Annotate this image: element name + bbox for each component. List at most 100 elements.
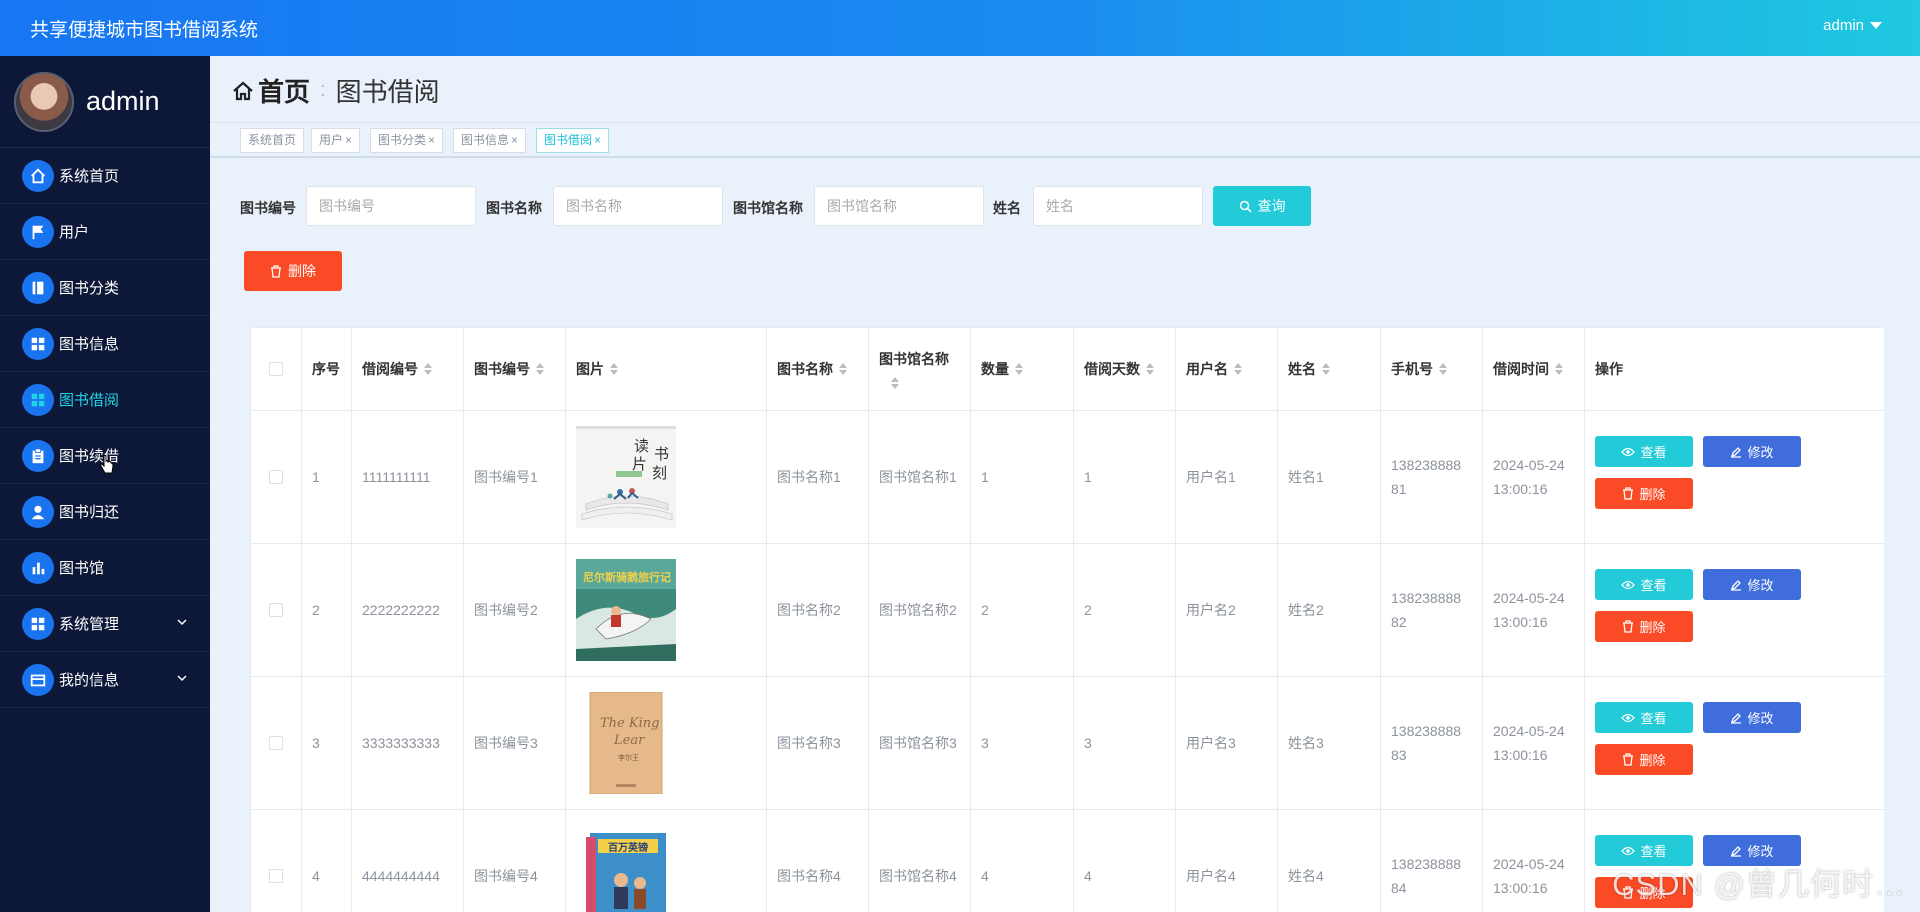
cell-username: 用户名3 (1176, 677, 1278, 809)
tab-home[interactable]: 系统首页 (240, 128, 305, 153)
sidebar-item-book-category[interactable]: 图书分类 (0, 260, 210, 316)
tab-label: 用户 (319, 133, 344, 147)
sort-icon[interactable] (1015, 363, 1023, 375)
sidebar-item-library[interactable]: 图书馆 (0, 540, 210, 596)
name-input[interactable]: 姓名 (1033, 186, 1203, 226)
cell-name: 姓名1 (1278, 411, 1381, 543)
phone-line: 138238888 (1391, 457, 1462, 473)
cell-name: 姓名4 (1278, 810, 1381, 912)
sort-icon[interactable] (1234, 363, 1242, 375)
sidebar-item-book-return[interactable]: 图书归还 (0, 484, 210, 540)
sidebar-item-home[interactable]: 系统首页 (0, 148, 210, 204)
tab-book-info[interactable]: 图书信息 × (453, 128, 527, 153)
book-no-input[interactable]: 图书编号 (306, 186, 476, 226)
close-icon[interactable]: × (345, 133, 352, 147)
edit-button-label: 修改 (1747, 445, 1774, 460)
sort-icon[interactable] (536, 363, 544, 375)
sort-icon[interactable] (1439, 363, 1447, 375)
sidebar-item-label: 用户 (59, 224, 90, 241)
chevron-down-icon (177, 619, 187, 626)
profile-name: admin (86, 86, 160, 116)
col-library-name[interactable]: 图书馆名称 (869, 328, 971, 410)
col-username[interactable]: 用户名 (1176, 328, 1278, 410)
edit-button[interactable]: 修改 (1703, 702, 1801, 733)
col-phone[interactable]: 手机号 (1381, 328, 1483, 410)
cell-book-no: 图书编号1 (464, 411, 566, 543)
date-line: 2024-05-24 (1493, 590, 1565, 606)
borrow-table: 序号 借阅编号 图书编号 图片 图书名称 图书馆名称 数量 借阅天数 用户名 姓… (250, 327, 1884, 912)
delete-button[interactable]: 删除 (244, 251, 342, 291)
sidebar-item-users[interactable]: 用户 (0, 204, 210, 260)
sidebar-item-label: 图书借阅 (59, 392, 120, 409)
col-image[interactable]: 图片 (566, 328, 767, 410)
library-name-input[interactable]: 图书馆名称 (814, 186, 984, 226)
cover-text: The King (600, 716, 659, 731)
cell-actions: 查看 修改 删除 (1585, 677, 1884, 809)
close-icon[interactable]: × (428, 133, 435, 147)
row-delete-button[interactable]: 删除 (1595, 744, 1693, 775)
edit-button[interactable]: 修改 (1703, 569, 1801, 600)
sort-icon[interactable] (610, 363, 618, 375)
cell-name: 姓名2 (1278, 544, 1381, 676)
cell-days: 4 (1074, 810, 1176, 912)
cell-index: 1 (302, 411, 352, 543)
row-checkbox[interactable] (269, 736, 283, 750)
col-days[interactable]: 借阅天数 (1074, 328, 1176, 410)
user-menu[interactable]: admin (1823, 17, 1882, 34)
sort-icon[interactable] (1555, 363, 1563, 375)
sort-icon[interactable] (839, 363, 847, 375)
row-checkbox[interactable] (269, 869, 283, 883)
select-all-checkbox[interactable] (269, 362, 283, 376)
col-borrow-no[interactable]: 借阅编号 (352, 328, 464, 410)
col-quantity[interactable]: 数量 (971, 328, 1074, 410)
col-name[interactable]: 姓名 (1278, 328, 1381, 410)
search-label-book-name: 图书名称 (486, 200, 542, 216)
view-button[interactable]: 查看 (1595, 436, 1693, 467)
eye-icon (1621, 580, 1636, 589)
view-button[interactable]: 查看 (1595, 569, 1693, 600)
chevron-down-icon (177, 675, 187, 682)
cell-book-name: 图书名称3 (767, 677, 869, 809)
pencil-icon (1731, 579, 1742, 591)
query-button[interactable]: 查询 (1213, 186, 1311, 226)
home-icon (233, 81, 253, 100)
cover-text: Lear (613, 733, 645, 748)
breadcrumb-home[interactable]: 首页 (232, 72, 310, 109)
view-button[interactable]: 查看 (1595, 702, 1693, 733)
sort-icon[interactable] (891, 377, 899, 389)
col-book-no[interactable]: 图书编号 (464, 328, 566, 410)
cell-phone: 138238888 81 (1381, 411, 1483, 543)
cell-index: 4 (302, 810, 352, 912)
row-delete-button[interactable]: 删除 (1595, 478, 1693, 509)
row-checkbox[interactable] (269, 470, 283, 484)
cell-username: 用户名2 (1176, 544, 1278, 676)
flag-icon (22, 215, 54, 248)
close-icon[interactable]: × (511, 133, 518, 147)
sidebar-item-book-borrow[interactable]: 图书借阅 (0, 372, 210, 428)
trash-icon (1623, 487, 1634, 500)
sort-icon[interactable] (424, 363, 432, 375)
view-button-label: 查看 (1640, 578, 1667, 593)
sort-icon[interactable] (1146, 363, 1154, 375)
sidebar-item-book-info[interactable]: 图书信息 (0, 316, 210, 372)
close-icon[interactable]: × (594, 133, 601, 147)
cell-image: The King Lear 李尔王 (566, 677, 767, 809)
tab-book-category[interactable]: 图书分类 × (370, 128, 444, 153)
sidebar-item-system[interactable]: 系统管理 (0, 596, 210, 652)
row-delete-button[interactable]: 删除 (1595, 611, 1693, 642)
sidebar-item-my-info[interactable]: 我的信息 (0, 652, 210, 708)
col-book-name[interactable]: 图书名称 (767, 328, 869, 410)
tab-users[interactable]: 用户 × (311, 128, 361, 153)
col-label: 图书名称 (777, 361, 833, 377)
cell-actions: 查看 修改 删除 (1585, 411, 1884, 543)
book-name-input[interactable]: 图书名称 (553, 186, 723, 226)
edit-button[interactable]: 修改 (1703, 436, 1801, 467)
row-checkbox[interactable] (269, 603, 283, 617)
tab-book-borrow[interactable]: 图书借阅 × (536, 128, 610, 153)
grid-icon (22, 607, 54, 640)
col-borrow-time[interactable]: 借阅时间 (1483, 328, 1585, 410)
sort-icon[interactable] (1322, 363, 1330, 375)
row-checkbox-cell (251, 810, 302, 912)
time-line: 13:00:16 (1493, 747, 1548, 763)
cell-username: 用户名1 (1176, 411, 1278, 543)
